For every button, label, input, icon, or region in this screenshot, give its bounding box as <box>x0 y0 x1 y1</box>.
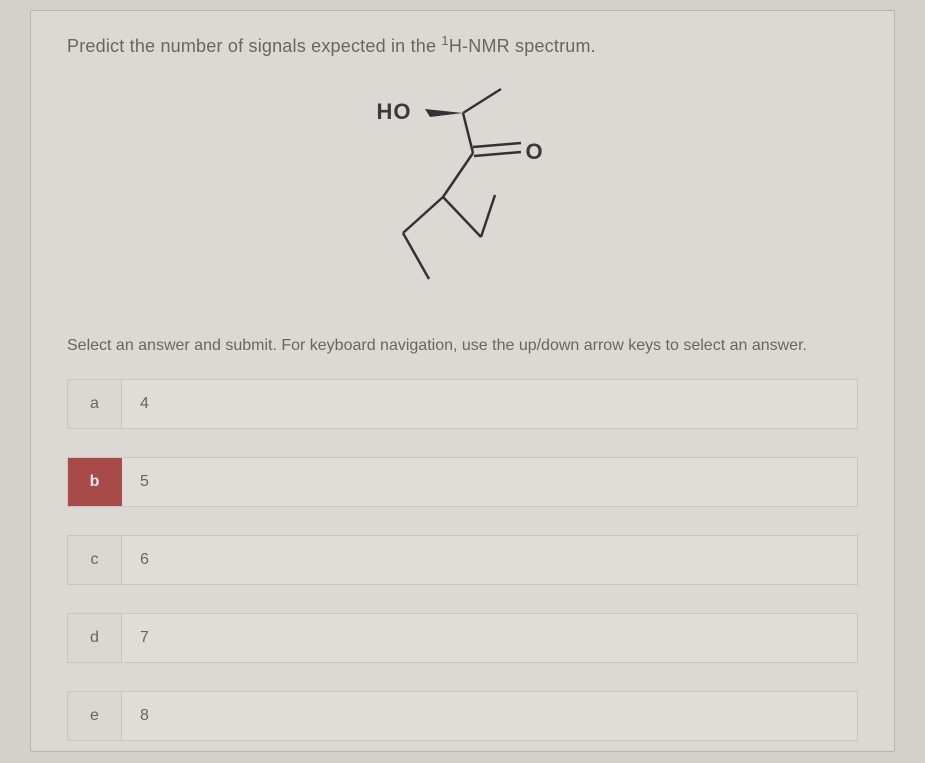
option-letter: b <box>68 458 122 506</box>
option-letter: c <box>68 536 122 584</box>
option-b[interactable]: b5 <box>67 457 858 507</box>
option-d[interactable]: d7 <box>67 613 858 663</box>
option-value: 5 <box>122 458 857 506</box>
molecule-structure: HO O <box>333 87 593 297</box>
molecule-svg <box>333 87 593 297</box>
option-value: 6 <box>122 536 857 584</box>
option-value: 4 <box>122 380 857 428</box>
option-letter: d <box>68 614 122 662</box>
option-e[interactable]: e8 <box>67 691 858 741</box>
o-label: O <box>526 139 543 165</box>
option-a[interactable]: a4 <box>67 379 858 429</box>
question-text: Predict the number of signals expected i… <box>67 33 858 57</box>
question-part-2: H-NMR spectrum. <box>449 36 596 56</box>
instructions-text: Select an answer and submit. For keyboar… <box>67 337 858 355</box>
option-c[interactable]: c6 <box>67 535 858 585</box>
question-superscript: 1 <box>441 33 448 48</box>
options-list: a4b5c6d7e8 <box>67 379 858 741</box>
option-value: 7 <box>122 614 857 662</box>
question-card: Predict the number of signals expected i… <box>30 10 895 752</box>
option-letter: a <box>68 380 122 428</box>
option-letter: e <box>68 692 122 740</box>
option-value: 8 <box>122 692 857 740</box>
ho-label: HO <box>377 99 412 125</box>
question-part-1: Predict the number of signals expected i… <box>67 36 441 56</box>
structure-container: HO O <box>67 87 858 297</box>
